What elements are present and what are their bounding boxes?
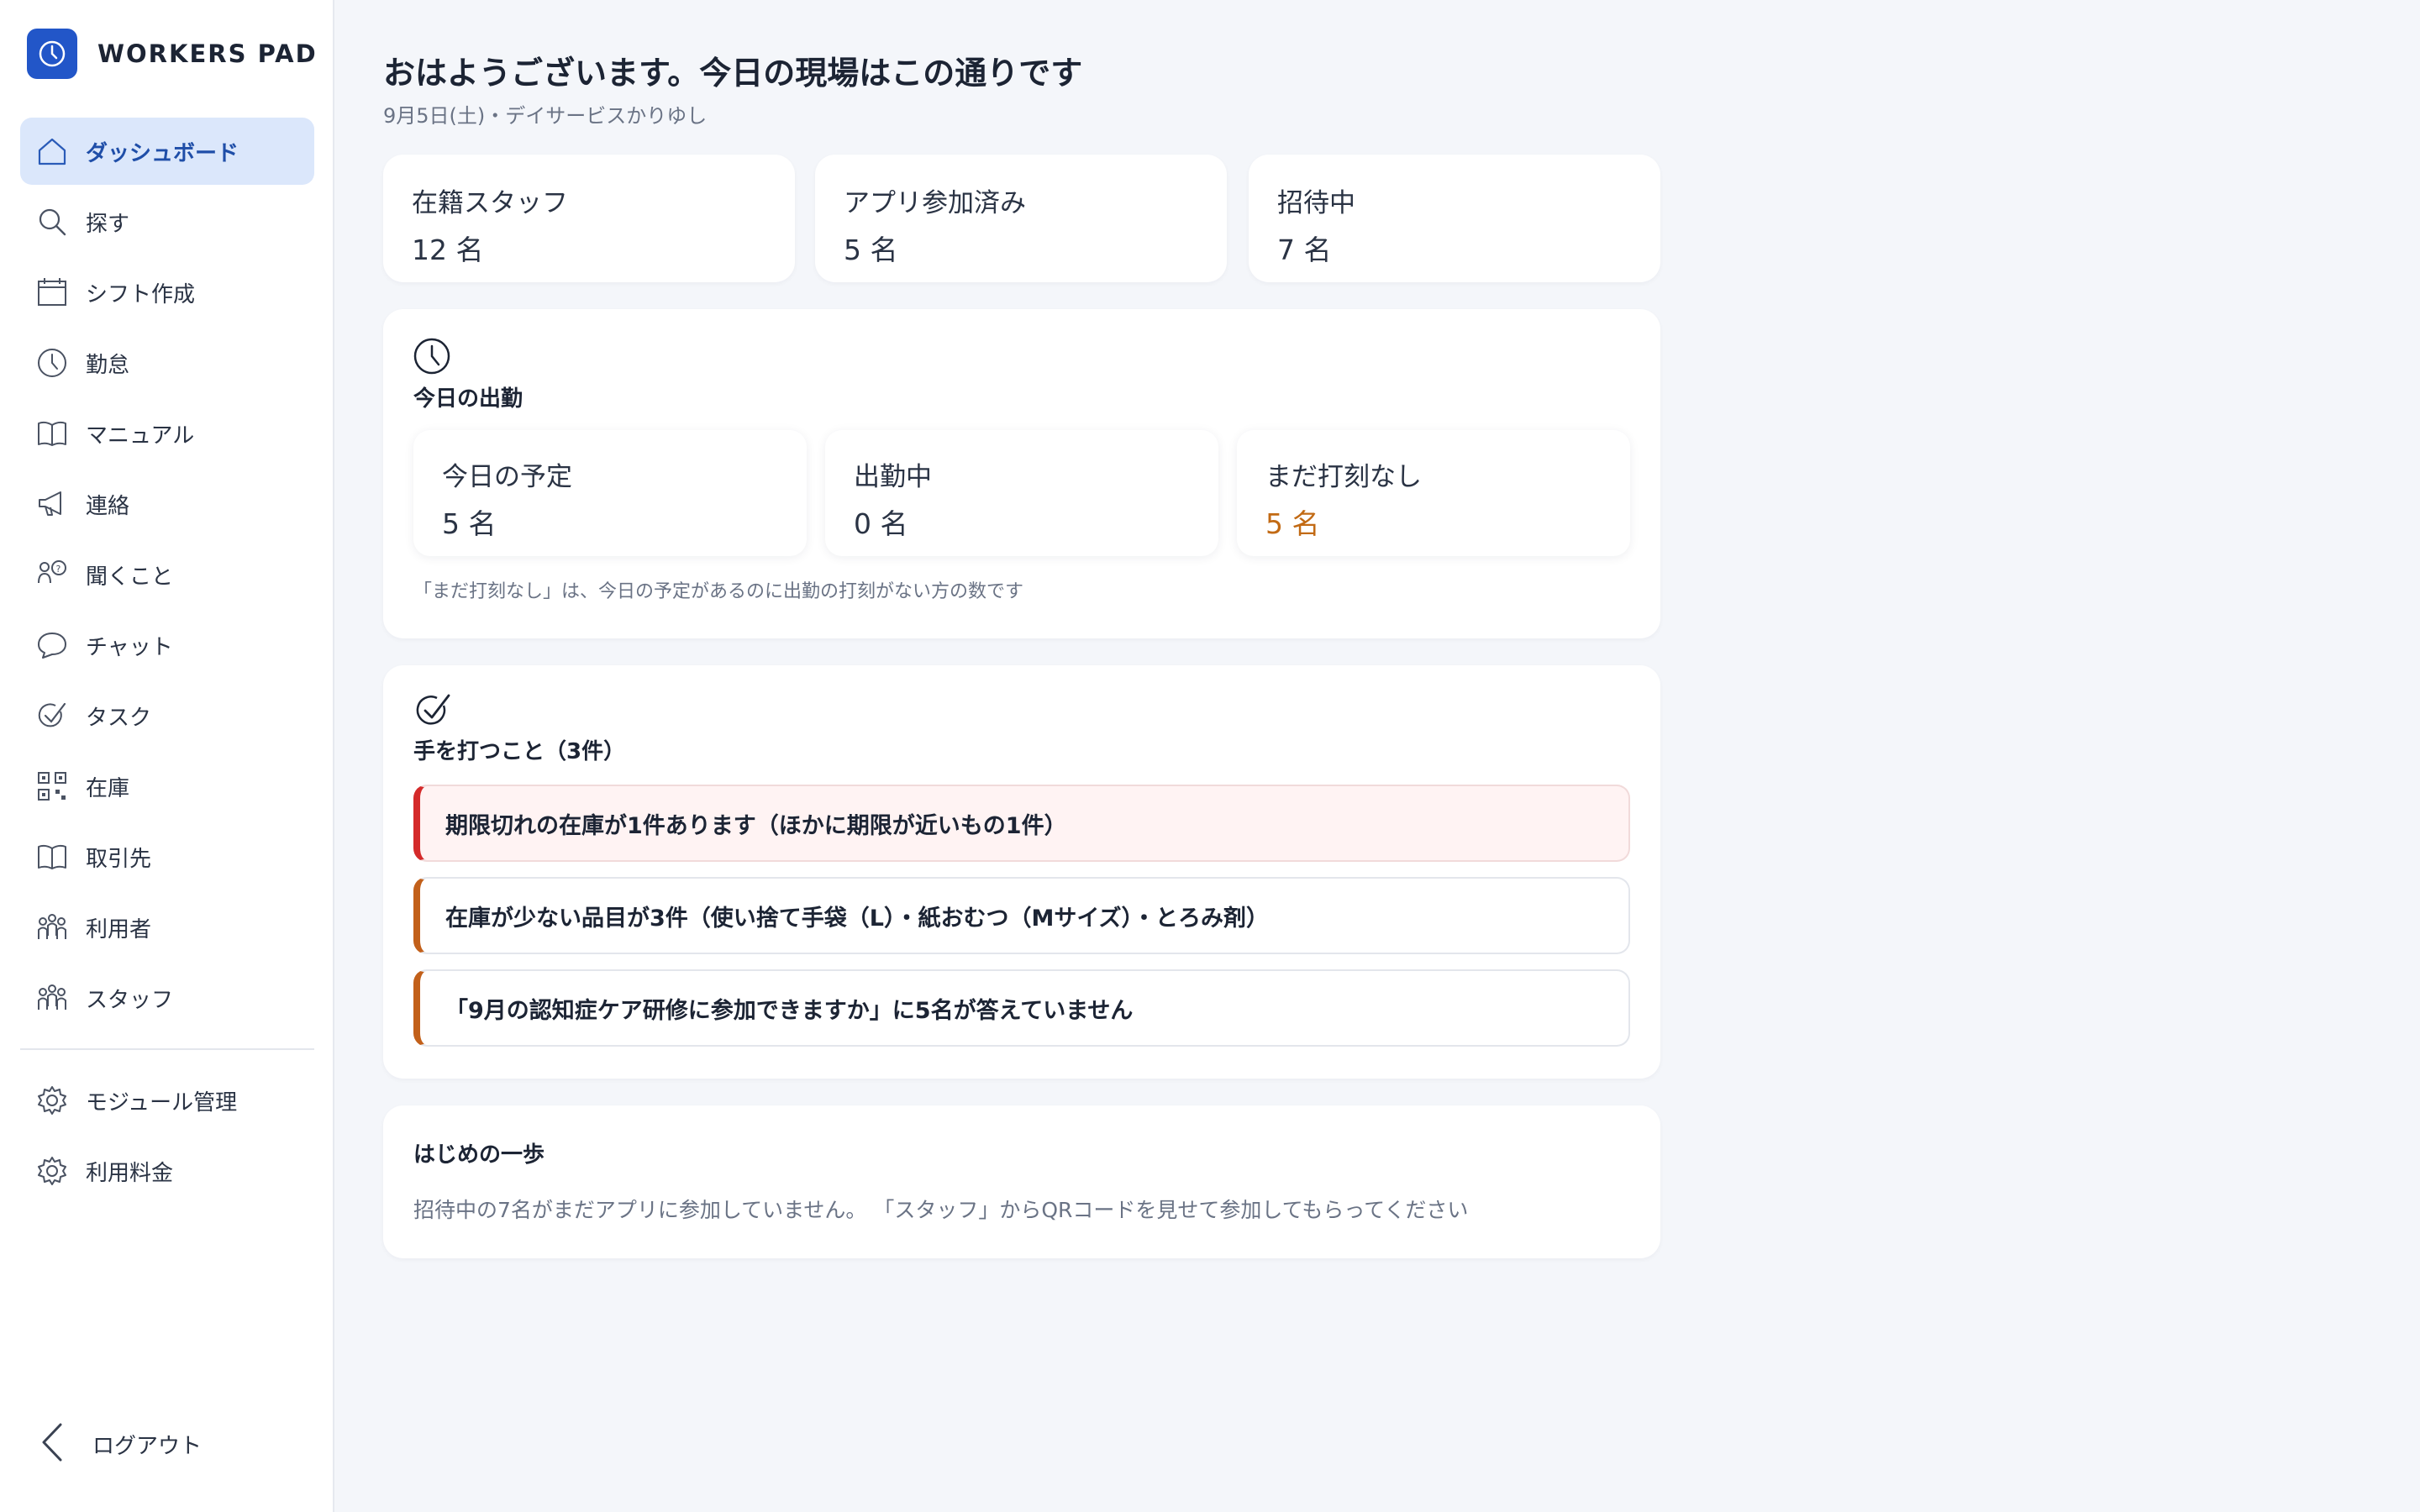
sidebar-item-label: 利用者: [86, 916, 152, 942]
sidebar-nav: ダッシュボード 探す シフト作成 勤怠 マニュアル 連絡 ? 聞くこと チャット: [20, 118, 314, 1208]
question-people-icon: ?: [35, 558, 69, 591]
action-item-expired-stock[interactable]: 期限切れの在庫が1件あります（ほかに期限が近いもの1件）: [413, 785, 1630, 862]
sidebar-item-label: ダッシュボード: [86, 140, 239, 166]
sidebar-item-questions[interactable]: ? 聞くこと: [20, 541, 314, 608]
stat-card-invited: 招待中 7 名: [1249, 155, 1660, 282]
sidebar-item-dashboard[interactable]: ダッシュボード: [20, 118, 314, 185]
first-step-card: はじめの一歩 招待中の7名がまだアプリに参加していません。 「スタッフ」からQR…: [383, 1105, 1660, 1258]
stat-label: 出勤中: [854, 462, 932, 492]
section-title: 今日の出勤: [413, 386, 523, 412]
attendance-card: 今日の出勤 今日の予定 5 名 出勤中 0 名 まだ打刻なし 5 名 「まだ打刻…: [383, 309, 1660, 638]
sidebar-item-label: タスク: [86, 705, 152, 731]
calendar-icon: [35, 276, 69, 309]
sidebar-item-users[interactable]: 利用者: [20, 894, 314, 961]
sidebar-item-attendance[interactable]: 勤怠: [20, 329, 314, 396]
sidebar-item-label: 勤怠: [86, 352, 130, 378]
attendance-stats: 今日の予定 5 名 出勤中 0 名 まだ打刻なし 5 名: [413, 430, 1630, 556]
sidebar-item-contact[interactable]: 連絡: [20, 470, 314, 538]
svg-text:?: ?: [56, 564, 61, 575]
people-icon: [35, 981, 69, 1015]
attendance-scheduled: 今日の予定 5 名: [413, 430, 807, 556]
sidebar-item-label: チャット: [86, 634, 173, 660]
stat-value: 12 名: [412, 234, 484, 266]
sidebar-item-label: 連絡: [86, 493, 130, 519]
sidebar-item-label: モジュール管理: [86, 1089, 238, 1116]
megaphone-icon: [35, 487, 69, 521]
sidebar-item-chat[interactable]: チャット: [20, 612, 314, 679]
stat-card-staff: 在籍スタッフ 12 名: [383, 155, 795, 282]
page-title: おはようございます。今日の現場はこの通りです: [383, 55, 1083, 92]
stat-label: 在籍スタッフ: [412, 188, 568, 218]
stat-value: 5 名: [442, 507, 497, 540]
first-step-text: 招待中の7名がまだアプリに参加していません。 「スタッフ」からQRコードを見せて…: [413, 1198, 1469, 1222]
sidebar-item-search[interactable]: 探す: [20, 188, 314, 255]
stat-label: 招待中: [1277, 188, 1355, 218]
action-list: 期限切れの在庫が1件あります（ほかに期限が近いもの1件） 在庫が少ない品目が3件…: [413, 785, 1630, 1062]
action-item-unanswered-survey[interactable]: 「9月の認知症ケア研修に参加できますか」に5名が答えていません: [413, 969, 1630, 1047]
attendance-not-clocked: まだ打刻なし 5 名: [1237, 430, 1630, 556]
sidebar-item-billing[interactable]: 利用料金: [20, 1137, 314, 1205]
sidebar-item-label: シフト作成: [86, 281, 196, 307]
stat-label: アプリ参加済み: [844, 188, 1026, 218]
stat-card-app-joined: アプリ参加済み 5 名: [815, 155, 1227, 282]
page-subtitle: 9月5日(土)・デイサービスかりゆし: [383, 104, 708, 128]
chevron-left-icon: [37, 1421, 71, 1467]
stat-value: 0 名: [854, 507, 908, 540]
section-title: 手を打つこと（3件）: [413, 739, 626, 764]
home-icon: [35, 134, 69, 168]
logout-button[interactable]: ログアウト: [37, 1421, 202, 1467]
brand[interactable]: WORKERS PAD: [27, 29, 318, 79]
action-item-low-stock[interactable]: 在庫が少ない品目が3件（使い捨て手袋（L）・紙おむつ（Mサイズ）・とろみ剤）: [413, 877, 1630, 954]
book-icon: [35, 840, 69, 874]
sidebar-divider: [20, 1048, 314, 1050]
sidebar-item-label: 探す: [86, 211, 130, 237]
sidebar-item-partners[interactable]: 取引先: [20, 823, 314, 890]
sidebar-item-label: 利用料金: [86, 1160, 174, 1186]
logout-label: ログアウト: [92, 1433, 203, 1459]
clock-icon: [413, 338, 454, 378]
attendance-working: 出勤中 0 名: [825, 430, 1218, 556]
action-items-card: 手を打つこと（3件） 期限切れの在庫が1件あります（ほかに期限が近いもの1件） …: [383, 665, 1660, 1079]
stat-label: まだ打刻なし: [1265, 462, 1422, 492]
book-icon: [35, 417, 69, 450]
gear-icon: [35, 1154, 69, 1188]
check-icon: [413, 690, 454, 731]
sidebar-item-label: 在庫: [86, 775, 130, 801]
sidebar-item-label: スタッフ: [86, 987, 174, 1013]
sidebar-item-label: 取引先: [86, 846, 152, 872]
sidebar-item-manual[interactable]: マニュアル: [20, 400, 314, 467]
sidebar-item-label: 聞くこと: [86, 564, 174, 590]
sidebar-item-label: マニュアル: [86, 423, 195, 449]
stat-value: 5 名: [844, 234, 898, 266]
stat-label: 今日の予定: [442, 462, 572, 492]
gear-icon: [35, 1084, 69, 1117]
people-icon: [35, 911, 69, 944]
sidebar: WORKERS PAD ダッシュボード 探す シフト作成 勤怠 マニュアル 連絡…: [0, 0, 334, 1512]
sidebar-item-inventory[interactable]: 在庫: [20, 753, 314, 820]
chat-bubble-icon: [35, 628, 69, 662]
clock-icon: [35, 346, 69, 380]
sidebar-item-modules[interactable]: モジュール管理: [20, 1067, 314, 1134]
section-title: はじめの一歩: [413, 1142, 545, 1168]
stat-value: 7 名: [1277, 234, 1332, 266]
clock-logo-icon: [27, 29, 77, 79]
qr-code-icon: [35, 769, 69, 803]
check-icon: [35, 699, 69, 732]
attendance-note: 「まだ打刻なし」は、今日の予定があるのに出勤の打刻がない方の数です: [413, 581, 1024, 602]
sidebar-item-task[interactable]: タスク: [20, 682, 314, 749]
brand-name: WORKERS PAD: [97, 39, 318, 68]
sidebar-item-staff[interactable]: スタッフ: [20, 964, 314, 1032]
sidebar-item-shift[interactable]: シフト作成: [20, 259, 314, 326]
stat-value-warning: 5 名: [1265, 507, 1320, 540]
search-icon: [35, 205, 69, 239]
